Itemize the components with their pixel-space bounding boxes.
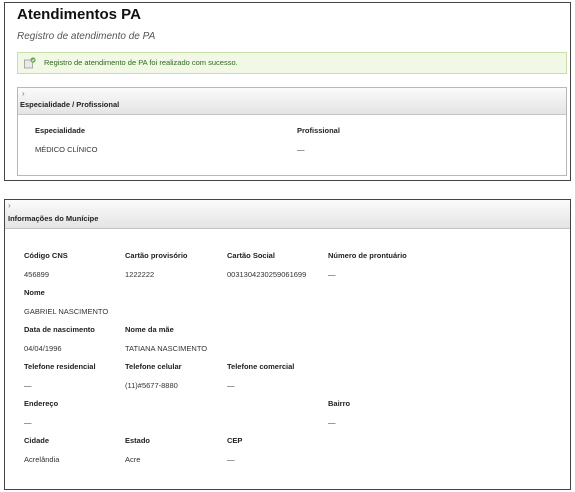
telefone-comercial-label: Telefone comercial: [227, 362, 295, 371]
section-title: Informações do Munícipe: [8, 214, 99, 223]
telefone-residencial-value: —: [24, 381, 32, 390]
municipe-info-section: › Informações do Munícipe Código CNS 456…: [5, 200, 570, 489]
codigo-cns-label: Código CNS: [24, 251, 68, 260]
bairro-value: —: [328, 418, 336, 427]
cidade-value: Acrelândia: [24, 455, 60, 464]
cartao-provisorio-value: 1222222: [125, 270, 155, 279]
data-nascimento-value: 04/04/1996: [24, 344, 62, 353]
endereco-label: Endereço: [24, 399, 59, 408]
chevron-right-icon[interactable]: ›: [8, 201, 11, 210]
profissional-value: —: [297, 145, 305, 154]
numero-prontuario-value: —: [328, 270, 336, 279]
bairro-label: Bairro: [328, 399, 351, 408]
telefone-residencial-label: Telefone residencial: [24, 362, 96, 371]
nome-mae-value: TATIANA NASCIMENTO: [125, 344, 208, 353]
especialidade-label: Especialidade: [35, 126, 86, 135]
especialidade-value: MÉDICO CLÍNICO: [35, 145, 98, 154]
profissional-label: Profissional: [297, 126, 340, 135]
nome-mae-label: Nome da mãe: [125, 325, 174, 334]
estado-label: Estado: [125, 436, 151, 445]
telefone-comercial-value: —: [227, 381, 235, 390]
telefone-celular-value: (11)#5677-8880: [125, 381, 178, 390]
telefone-celular-label: Telefone celular: [125, 362, 182, 371]
page-subtitle: Registro de atendimento de PA: [17, 31, 156, 42]
success-message-icon: [24, 57, 36, 69]
municipe-info-panel: › Informações do Munícipe Código CNS 456…: [4, 199, 571, 490]
section-header[interactable]: › Informações do Munícipe: [5, 200, 570, 229]
estado-value: Acre: [125, 455, 141, 464]
cartao-provisorio-label: Cartão provisório: [125, 251, 188, 260]
nome-value: GABRIEL NASCIMENTO: [24, 307, 109, 316]
cep-label: CEP: [227, 436, 243, 445]
pa-registration-panel: Atendimentos PA Registro de atendimento …: [4, 2, 571, 181]
nome-label: Nome: [24, 288, 45, 297]
cartao-social-label: Cartão Social: [227, 251, 275, 260]
cep-value: —: [227, 455, 235, 464]
section-title: Especialidade / Profissional: [20, 100, 120, 109]
numero-prontuario-label: Número de prontuário: [328, 251, 407, 260]
success-alert-message: Registro de atendimento de PA foi realiz…: [44, 58, 238, 67]
success-alert: Registro de atendimento de PA foi realiz…: [17, 52, 567, 74]
endereco-value: —: [24, 418, 32, 427]
chevron-right-icon[interactable]: ›: [22, 89, 25, 98]
especialidade-profissional-section: › Especialidade / Profissional Especiali…: [17, 87, 567, 176]
cidade-label: Cidade: [24, 436, 50, 445]
section-header[interactable]: › Especialidade / Profissional: [18, 88, 566, 115]
page-title: Atendimentos PA: [17, 6, 141, 23]
codigo-cns-value: 456899: [24, 270, 50, 279]
cartao-social-value: 0031304230259061699: [227, 270, 307, 279]
data-nascimento-label: Data de nascimento: [24, 325, 95, 334]
